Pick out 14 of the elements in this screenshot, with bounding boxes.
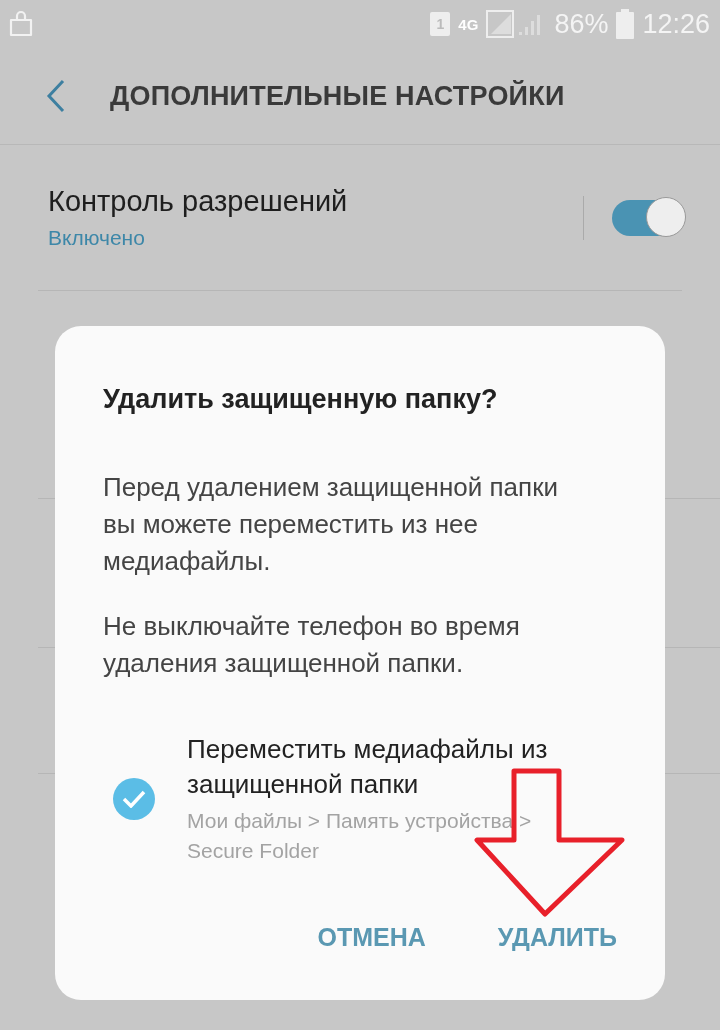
network-type: 4G	[458, 15, 479, 33]
dialog-title: Удалить защищенную папку?	[103, 384, 499, 415]
battery-icon	[616, 9, 635, 39]
checkbox[interactable]	[113, 778, 155, 820]
dialog-message: Перед удалением защищенной папки вы можете переместить из нее медиафайлы.	[103, 471, 560, 578]
setting-title: Контроль разрешений	[48, 185, 349, 218]
option-label: Переместить медиафайлы из защищенной папки	[187, 733, 549, 801]
dialog-message: Не выключайте телефон во время удаления защищенной папки.	[103, 610, 521, 680]
check-icon	[122, 790, 146, 808]
setting-status: Включено	[48, 226, 146, 250]
shopping-bag-icon	[8, 10, 34, 38]
cancel-button[interactable]: ОТМЕНА	[317, 923, 426, 952]
delete-button[interactable]: УДАЛИТЬ	[497, 923, 617, 952]
screen-title: ДОПОЛНИТЕЛЬНЫЕ НАСТРОЙКИ	[110, 80, 565, 112]
